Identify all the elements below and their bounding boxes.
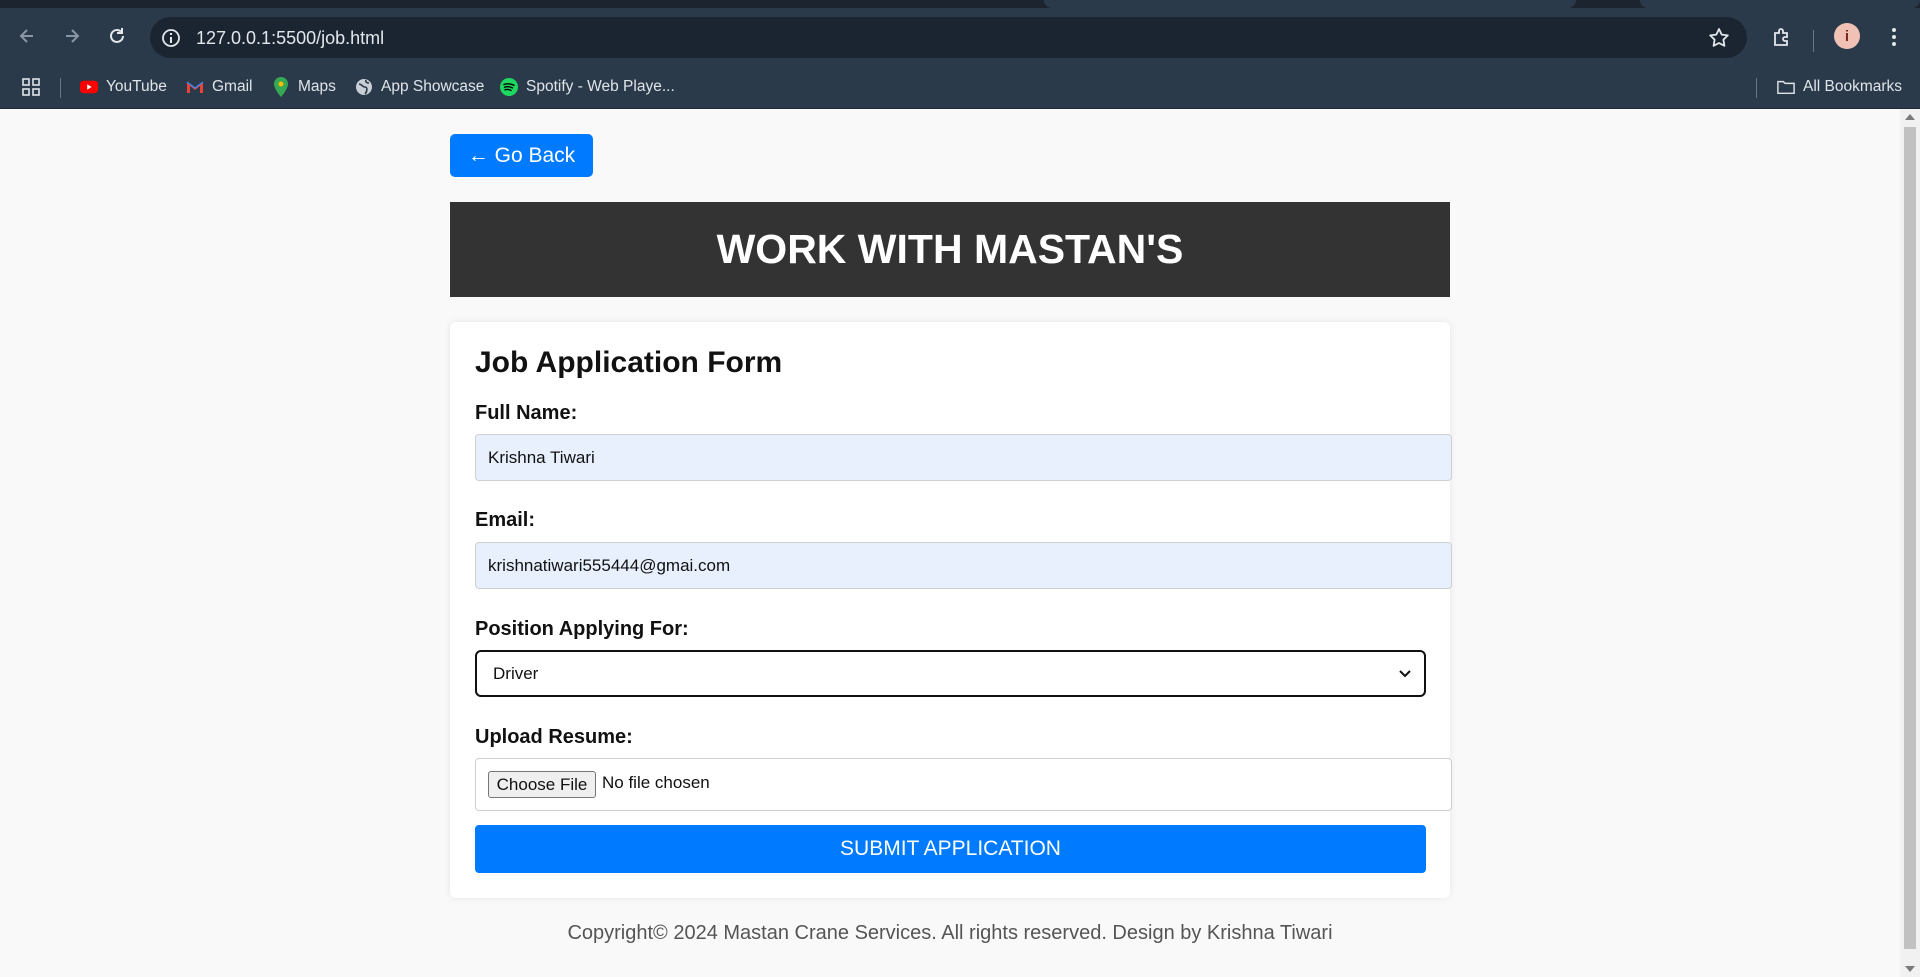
bookmark-app-showcase[interactable]: App Showcase <box>355 75 484 99</box>
resume-file-input[interactable]: Choose File No file chosen <box>475 758 1452 811</box>
bookmark-label: Gmail <box>212 78 253 95</box>
toolbar-divider <box>1813 30 1814 52</box>
bookmark-label: Maps <box>298 78 336 95</box>
reload-button[interactable] <box>101 20 133 52</box>
bookmark-maps[interactable]: Maps <box>272 75 336 99</box>
folder-icon <box>1777 78 1795 96</box>
banner-title: WORK WITH MASTAN'S <box>716 226 1184 272</box>
browser-menu-button[interactable] <box>1880 23 1908 51</box>
go-back-button[interactable]: ← Go Back <box>450 134 593 177</box>
globe-icon <box>355 78 373 96</box>
site-info-icon[interactable] <box>160 27 182 49</box>
bookmark-label: YouTube <box>106 78 167 95</box>
page-banner: WORK WITH MASTAN'S <box>450 202 1450 297</box>
email-input[interactable]: krishnatiwari555444@gmai.com <box>475 542 1452 589</box>
file-status-text: No file chosen <box>602 773 710 792</box>
address-bar[interactable]: 127.0.0.1:5500/job.html <box>150 17 1747 58</box>
submit-application-button[interactable]: SUBMIT APPLICATION <box>475 825 1426 873</box>
bookmark-label: Spotify - Web Playe... <box>526 78 675 95</box>
scrollbar-thumb[interactable] <box>1904 127 1916 949</box>
profile-avatar[interactable]: i <box>1834 23 1860 49</box>
all-bookmarks-label: All Bookmarks <box>1803 78 1903 95</box>
form-title: Job Application Form <box>475 346 783 379</box>
email-value: krishnatiwari555444@gmai.com <box>488 555 731 575</box>
gmail-icon <box>186 78 204 96</box>
scroll-up-arrow-icon[interactable] <box>1905 114 1915 120</box>
browser-toolbar: 127.0.0.1:5500/job.html i <box>0 8 1920 66</box>
extensions-button[interactable] <box>1768 23 1796 51</box>
apps-button[interactable] <box>22 75 40 99</box>
reload-icon <box>110 28 124 43</box>
full-name-label: Full Name: <box>475 402 578 424</box>
spotify-icon <box>500 78 518 96</box>
page-scrollbar[interactable] <box>1900 109 1920 977</box>
position-selected-value: Driver <box>493 663 539 683</box>
position-label: Position Applying For: <box>475 618 689 640</box>
tab-strip <box>0 0 1920 8</box>
job-application-form: Job Application Form Full Name: Krishna … <box>450 322 1452 898</box>
apps-grid-icon <box>22 78 40 96</box>
bookmarks-divider <box>60 78 61 98</box>
full-name-input[interactable]: Krishna Tiwari <box>475 434 1452 481</box>
kebab-menu-icon <box>1892 28 1896 46</box>
bookmarks-bar: YouTube Gmail Maps App Showcase Spotify … <box>0 66 1920 109</box>
email-label: Email: <box>475 509 536 531</box>
all-bookmarks-button[interactable]: All Bookmarks <box>1777 75 1902 99</box>
bookmark-spotify[interactable]: Spotify - Web Playe... <box>500 75 675 99</box>
position-select[interactable]: Driver <box>475 650 1426 697</box>
choose-file-button[interactable]: Choose File <box>488 771 596 798</box>
url-text: 127.0.0.1:5500/job.html <box>196 28 385 48</box>
maps-icon <box>272 77 290 97</box>
bookmark-label: App Showcase <box>381 78 485 95</box>
bookmarks-divider <box>1756 78 1757 98</box>
bookmark-star-icon[interactable] <box>1707 26 1731 50</box>
tab-active-edge[interactable] <box>1044 0 1576 8</box>
bookmark-youtube[interactable]: YouTube <box>80 75 167 99</box>
arrow-right-icon <box>66 29 80 43</box>
chevron-down-icon <box>1399 670 1411 678</box>
tab-edge[interactable] <box>1640 0 1920 8</box>
full-name-value: Krishna Tiwari <box>488 447 595 467</box>
puzzle-icon <box>1774 28 1788 46</box>
forward-nav-button[interactable] <box>56 20 88 52</box>
page-footer: Copyright© 2024 Mastan Crane Services. A… <box>567 922 1333 944</box>
back-nav-button[interactable] <box>11 20 43 52</box>
resume-label: Upload Resume: <box>475 726 633 748</box>
scroll-down-arrow-icon[interactable] <box>1905 966 1915 972</box>
arrow-left-icon <box>19 29 33 43</box>
youtube-icon <box>80 78 98 96</box>
bookmark-gmail[interactable]: Gmail <box>186 75 252 99</box>
